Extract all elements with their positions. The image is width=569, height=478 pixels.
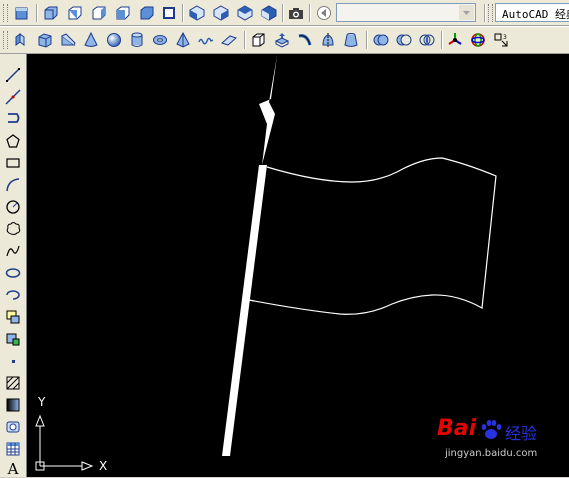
- polygon-icon[interactable]: [4, 132, 22, 150]
- presspull-icon[interactable]: [273, 31, 291, 49]
- intersect-icon[interactable]: [418, 31, 436, 49]
- subtract-icon[interactable]: [395, 31, 413, 49]
- rectangle-icon[interactable]: [4, 154, 22, 172]
- 3d-align-icon[interactable]: 3: [492, 31, 510, 49]
- revolve-icon[interactable]: [319, 31, 337, 49]
- flag-outline: [248, 157, 497, 315]
- nw-iso-icon[interactable]: [260, 4, 278, 22]
- union-icon[interactable]: [372, 31, 390, 49]
- multiline-text-icon[interactable]: A: [4, 460, 22, 478]
- planar-surface-icon[interactable]: [220, 31, 238, 49]
- point-icon[interactable]: [4, 352, 22, 370]
- helix-icon[interactable]: [197, 31, 215, 49]
- ucs-y-label: Y: [38, 395, 46, 409]
- view-cube-icon[interactable]: [160, 4, 178, 22]
- ne-iso-icon[interactable]: [236, 4, 254, 22]
- 3d-rotate-icon[interactable]: [469, 31, 487, 49]
- svg-text:3: 3: [503, 34, 507, 41]
- draw-toolbar: A: [0, 54, 27, 478]
- previous-view-icon[interactable]: [315, 4, 333, 22]
- view-toolbar: AutoCAD 经典: [0, 0, 569, 26]
- wedge-icon[interactable]: [59, 31, 77, 49]
- pyramid-icon[interactable]: [174, 31, 192, 49]
- watermark-brand-suffix: 经验: [505, 424, 538, 443]
- revision-cloud-icon[interactable]: [4, 220, 22, 238]
- make-block-icon[interactable]: [4, 330, 22, 348]
- flag-pole-tip: [259, 56, 277, 165]
- ucs-x-label: X: [99, 459, 108, 473]
- line-icon[interactable]: [4, 66, 22, 84]
- front-view-icon[interactable]: [114, 4, 132, 22]
- region-icon[interactable]: [4, 418, 22, 436]
- box-icon[interactable]: [36, 31, 54, 49]
- workspace-value: AutoCAD 经典: [502, 8, 569, 21]
- watermark-url: jingyan.baidu.com: [445, 448, 538, 459]
- drawing-area: [35, 56, 497, 471]
- paw-icon: [481, 420, 502, 439]
- ellipse-icon[interactable]: [4, 264, 22, 282]
- table-icon[interactable]: [4, 440, 22, 458]
- extrude-icon[interactable]: [250, 31, 268, 49]
- toolbar-grip[interactable]: [3, 31, 8, 49]
- chevron-down-icon[interactable]: [459, 5, 474, 20]
- drawing-canvas[interactable]: Y X Bai 经验 jingyan.baidu.com: [27, 54, 569, 477]
- construction-line-icon[interactable]: [4, 88, 22, 106]
- toolbar-grip[interactable]: [488, 4, 493, 22]
- cylinder-icon[interactable]: [128, 31, 146, 49]
- sw-iso-icon[interactable]: [188, 4, 206, 22]
- circle-icon[interactable]: [4, 198, 22, 216]
- polysolid-icon[interactable]: [12, 31, 30, 49]
- gradient-icon[interactable]: [4, 396, 22, 414]
- sphere-icon[interactable]: [105, 31, 123, 49]
- cone-icon[interactable]: [82, 31, 100, 49]
- loft-icon[interactable]: [342, 31, 360, 49]
- se-iso-icon[interactable]: [212, 4, 230, 22]
- polyline-icon[interactable]: [4, 110, 22, 128]
- ucs-icon: [35, 414, 94, 471]
- named-view-dropdown[interactable]: [336, 3, 476, 22]
- watermark-brand: Bai: [437, 416, 477, 441]
- hatch-icon[interactable]: [4, 374, 22, 392]
- arc-icon[interactable]: [4, 176, 22, 194]
- toolbar-grip[interactable]: [3, 4, 8, 22]
- 3d-move-icon[interactable]: [446, 31, 464, 49]
- back-view-icon[interactable]: [138, 4, 156, 22]
- spline-icon[interactable]: [4, 242, 22, 260]
- baidu-jingyan-watermark: Bai 经验 jingyan.baidu.com: [437, 416, 565, 468]
- ellipse-arc-icon[interactable]: [4, 286, 22, 304]
- top-view-icon[interactable]: [13, 4, 31, 22]
- left-view-icon[interactable]: [66, 4, 84, 22]
- bottom-view-icon[interactable]: [42, 4, 60, 22]
- camera-icon[interactable]: [287, 4, 305, 22]
- modeling-toolbar: 3: [0, 26, 569, 54]
- torus-icon[interactable]: [151, 31, 169, 49]
- flag-pole: [222, 165, 267, 456]
- insert-block-icon[interactable]: [4, 308, 22, 326]
- workspace-dropdown[interactable]: AutoCAD 经典: [495, 3, 569, 22]
- sweep-icon[interactable]: [296, 31, 314, 49]
- right-view-icon[interactable]: [90, 4, 108, 22]
